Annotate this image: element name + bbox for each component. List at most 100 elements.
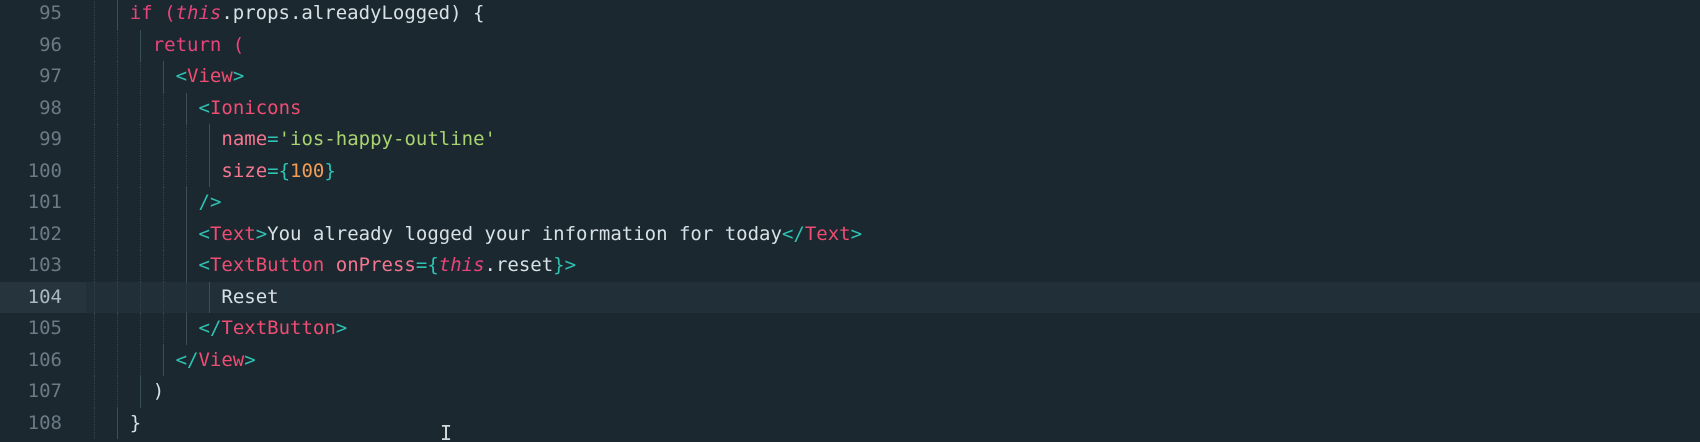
code-line[interactable]: 102 <Text>You already logged your informa… bbox=[0, 218, 1700, 251]
code-line[interactable]: 107) bbox=[0, 376, 1700, 408]
line-number[interactable]: 98 bbox=[0, 93, 86, 125]
code-line[interactable]: 98 <Ionicons bbox=[0, 92, 1700, 125]
line-number[interactable]: 102 bbox=[0, 219, 86, 251]
indent-guide bbox=[185, 92, 187, 124]
code-token: return ( bbox=[152, 33, 245, 56]
line-number[interactable]: 99 bbox=[0, 124, 86, 156]
line-number[interactable]: 106 bbox=[0, 345, 86, 377]
line-number[interactable]: 108 bbox=[0, 408, 86, 440]
indent-guide bbox=[116, 187, 118, 219]
indent-guide bbox=[208, 124, 210, 156]
indent-guide bbox=[162, 218, 164, 250]
code-line[interactable]: 106 </View> bbox=[0, 344, 1700, 377]
line-number[interactable]: 96 bbox=[0, 30, 86, 62]
code-text[interactable]: } bbox=[130, 408, 141, 440]
code-editor[interactable]: 95 if (this.props.alreadyLogged) { 96 retur… bbox=[0, 0, 1700, 442]
text-cursor-icon: I bbox=[440, 421, 453, 442]
line-number[interactable]: 100 bbox=[0, 156, 86, 188]
code-token: TextButton bbox=[209, 254, 325, 276]
code-token: ) bbox=[152, 380, 165, 402]
code-line[interactable]: 95 if (this.props.alreadyLogged) { bbox=[0, 0, 1700, 30]
indent-guide bbox=[94, 124, 95, 156]
indent-guide bbox=[139, 376, 141, 408]
line-number[interactable]: 104 bbox=[0, 281, 86, 313]
code-line[interactable]: 103 <TextButton onPress={this.reset}> bbox=[0, 250, 1700, 282]
indent-guide bbox=[116, 92, 118, 124]
indent-guide bbox=[116, 344, 118, 376]
code-token: TextButton bbox=[221, 317, 336, 339]
code-token: View bbox=[187, 65, 233, 87]
code-token: > bbox=[244, 348, 256, 371]
code-line[interactable]: 105 </TextButton> bbox=[0, 313, 1700, 345]
code-text[interactable]: <TextButton onPress={this.reset}> bbox=[199, 250, 577, 282]
code-text[interactable]: size={100} bbox=[221, 156, 335, 188]
indent-guide bbox=[94, 250, 95, 282]
line-number[interactable]: 105 bbox=[0, 313, 86, 345]
code-text[interactable]: Reset bbox=[221, 282, 278, 314]
indent-guide bbox=[116, 0, 118, 30]
indent-guide bbox=[185, 313, 187, 345]
indent-guide bbox=[116, 281, 118, 313]
code-text[interactable]: <Text>You already logged your informatio… bbox=[199, 219, 863, 251]
line-number[interactable]: 107 bbox=[0, 376, 86, 408]
code-token: } bbox=[129, 411, 142, 434]
code-text[interactable]: ) bbox=[153, 376, 164, 408]
line-number[interactable]: 95 bbox=[0, 0, 86, 30]
indent-guide bbox=[162, 344, 164, 376]
code-token: ={ bbox=[267, 159, 291, 182]
code-line[interactable]: 96 return ( bbox=[0, 29, 1700, 62]
code-text[interactable]: name='ios-happy-outline' bbox=[221, 124, 496, 156]
code-token: Text bbox=[209, 222, 256, 245]
code-token: size bbox=[221, 159, 268, 182]
code-token: </ bbox=[175, 348, 199, 371]
indent-guide bbox=[94, 61, 95, 93]
code-token: < bbox=[198, 96, 210, 119]
indent-guide bbox=[116, 313, 118, 345]
indent-guide bbox=[208, 155, 210, 187]
code-token: 'ios-happy-outline' bbox=[278, 128, 496, 150]
code-token: > bbox=[850, 222, 863, 245]
code-token: < bbox=[198, 222, 210, 245]
code-text[interactable]: <View> bbox=[176, 61, 245, 93]
code-line[interactable]: 100 size={100} bbox=[0, 155, 1700, 188]
line-number[interactable]: 101 bbox=[0, 187, 86, 219]
code-text[interactable]: </TextButton> bbox=[199, 313, 348, 345]
indent-guide bbox=[139, 29, 141, 61]
code-line[interactable]: 104 Reset bbox=[0, 281, 1700, 314]
indent-guide bbox=[185, 218, 187, 250]
indent-guide bbox=[162, 281, 164, 313]
indent-guide bbox=[94, 281, 95, 313]
code-text[interactable]: return ( bbox=[153, 30, 245, 62]
code-text[interactable]: <Ionicons bbox=[199, 93, 302, 125]
indent-guide bbox=[139, 124, 141, 156]
code-token: > bbox=[232, 65, 245, 87]
code-token: ={ bbox=[415, 254, 439, 276]
code-line[interactable]: 108} bbox=[0, 407, 1700, 440]
indent-guide bbox=[94, 407, 95, 439]
code-token: View bbox=[198, 348, 245, 371]
code-token: name bbox=[221, 128, 268, 150]
code-line[interactable]: 99 name='ios-happy-outline' bbox=[0, 124, 1700, 156]
code-text[interactable]: </View> bbox=[176, 345, 256, 377]
line-number[interactable]: 103 bbox=[0, 250, 86, 282]
indent-guide bbox=[94, 218, 95, 250]
code-token: onPress bbox=[335, 254, 416, 276]
code-token: this bbox=[438, 254, 485, 276]
indent-guide bbox=[162, 187, 164, 219]
indent-guide bbox=[162, 313, 164, 345]
code-text[interactable]: if (this.props.alreadyLogged) { bbox=[130, 0, 485, 30]
code-line[interactable]: 101 /> bbox=[0, 187, 1700, 219]
indent-guide bbox=[208, 281, 210, 313]
line-number[interactable]: 97 bbox=[0, 61, 86, 93]
code-token: < bbox=[175, 65, 188, 87]
code-line[interactable]: 97 <View> bbox=[0, 61, 1700, 93]
indent-guide bbox=[139, 281, 141, 313]
code-token: .props.alreadyLogged) { bbox=[221, 2, 485, 24]
code-token: .reset bbox=[484, 254, 554, 276]
code-text[interactable]: /> bbox=[199, 187, 222, 219]
code-token: Text bbox=[804, 222, 851, 245]
indent-guide bbox=[94, 92, 95, 124]
indent-guide bbox=[185, 187, 187, 219]
code-token: Ionicons bbox=[209, 96, 302, 119]
